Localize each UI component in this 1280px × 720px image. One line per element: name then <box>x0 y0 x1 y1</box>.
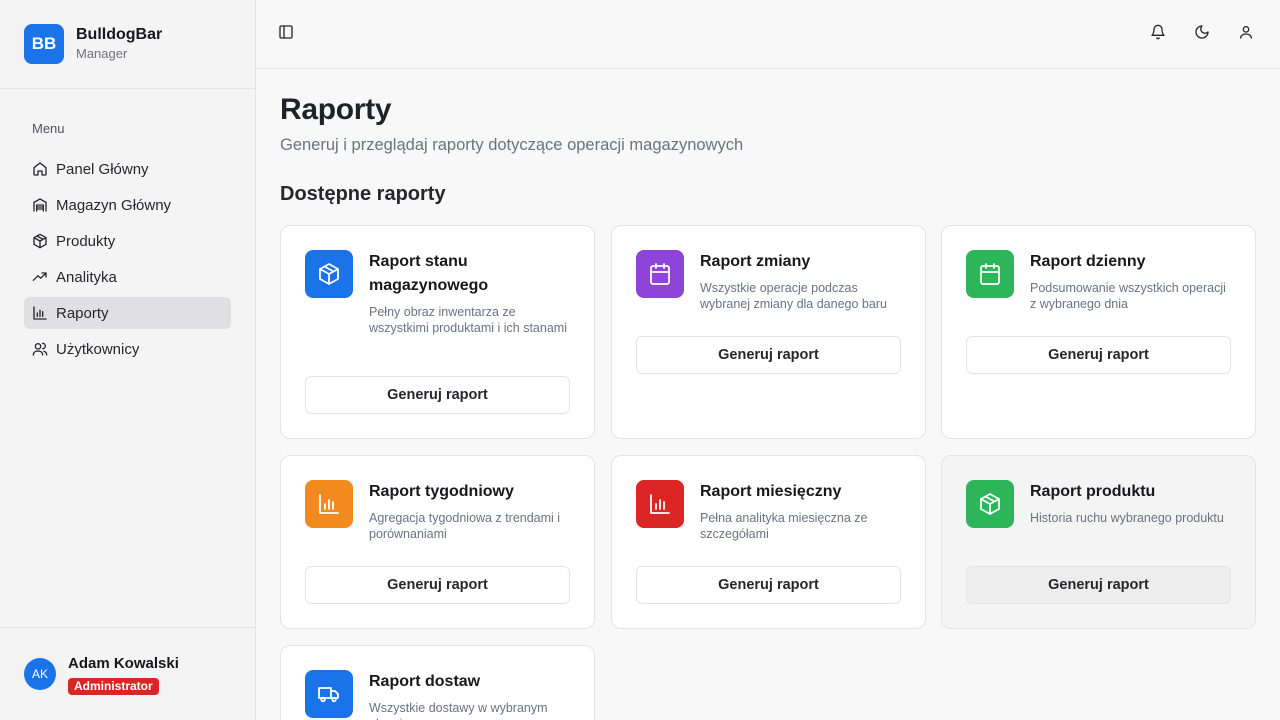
package-icon <box>305 250 353 298</box>
bar-chart-icon <box>32 305 48 321</box>
report-card-tygodniowy: Raport tygodniowy Agregacja tygodniowa z… <box>280 455 595 629</box>
report-card-dzienny: Raport dzienny Podsumowanie wszystkich o… <box>941 225 1256 439</box>
bell-icon <box>1150 24 1166 45</box>
topbar <box>256 0 1280 69</box>
report-title: Raport dostaw <box>369 673 481 690</box>
user-icon <box>1238 24 1254 45</box>
report-description: Pełny obraz inwentarza ze wszystkimi pro… <box>369 305 567 335</box>
report-title: Raport stanu magazynowego <box>369 253 489 294</box>
brand-logo: BB <box>24 24 64 64</box>
report-description: Wszystkie dostawy w wybranym okresie <box>369 701 548 720</box>
generate-report-button[interactable]: Generuj raport <box>966 336 1231 374</box>
report-description: Historia ruchu wybranego produktu <box>1030 511 1224 525</box>
warehouse-icon <box>32 197 48 213</box>
page-title: Raporty <box>280 93 392 126</box>
avatar: AK <box>24 658 56 690</box>
calendar-icon <box>636 250 684 298</box>
sidebar-item-label: Raporty <box>56 304 109 322</box>
sidebar-item-raporty[interactable]: Raporty <box>24 297 231 329</box>
generate-report-button[interactable]: Generuj raport <box>305 566 570 604</box>
sidebar-item-uzytkownicy[interactable]: Użytkownicy <box>24 333 231 365</box>
calendar-icon <box>966 250 1014 298</box>
role-badge: Administrator <box>68 677 159 695</box>
user-profile[interactable]: AK Adam Kowalski Administrator <box>0 627 255 720</box>
sidebar-toggle-button[interactable] <box>274 22 298 46</box>
sidebar-toggle-icon <box>278 24 294 45</box>
report-card-produktu: Raport produktu Historia ruchu wybranego… <box>941 455 1256 629</box>
sidebar-item-produkty[interactable]: Produkty <box>24 225 231 257</box>
sidebar: BB BulldogBar Manager Menu Panel Główny … <box>0 0 256 720</box>
report-title: Raport miesięczny <box>700 483 842 500</box>
sidebar-item-panel-glowny[interactable]: Panel Główny <box>24 153 231 185</box>
notifications-button[interactable] <box>1146 22 1170 46</box>
package-icon <box>32 233 48 249</box>
user-name: Adam Kowalski <box>68 654 179 672</box>
theme-toggle-button[interactable] <box>1190 22 1214 46</box>
users-icon <box>32 341 48 357</box>
report-card-dostaw: Raport dostaw Wszystkie dostawy w wybran… <box>280 645 595 720</box>
brand-name: BulldogBar <box>76 26 163 43</box>
report-description: Pełna analityka miesięczna ze szczegółam… <box>700 511 868 541</box>
report-description: Wszystkie operacje podczas wybranej zmia… <box>700 281 887 311</box>
home-icon <box>32 161 48 177</box>
sidebar-item-label: Produkty <box>56 232 116 250</box>
moon-icon <box>1194 24 1210 45</box>
sidebar-item-analityka[interactable]: Analityka <box>24 261 231 293</box>
truck-icon <box>305 670 353 718</box>
generate-report-button[interactable]: Generuj raport <box>966 566 1231 604</box>
report-card-zmiany: Raport zmiany Wszystkie operacje podczas… <box>611 225 926 439</box>
sidebar-item-label: Magazyn Główny <box>56 196 172 214</box>
generate-report-button[interactable]: Generuj raport <box>636 336 901 374</box>
bar-chart-icon <box>636 480 684 528</box>
report-title: Raport dzienny <box>1030 253 1146 270</box>
section-title: Dostępne raporty <box>280 183 446 205</box>
page-subtitle: Generuj i przeglądaj raporty dotyczące o… <box>280 136 744 154</box>
generate-report-button[interactable]: Generuj raport <box>305 376 570 414</box>
sidebar-item-magazyn-glowny[interactable]: Magazyn Główny <box>24 189 231 221</box>
report-description: Podsumowanie wszystkich operacji z wybra… <box>1030 281 1226 311</box>
brand[interactable]: BB BulldogBar Manager <box>0 0 255 89</box>
report-title: Raport zmiany <box>700 253 811 270</box>
generate-report-button[interactable]: Generuj raport <box>636 566 901 604</box>
bar-chart-icon <box>305 480 353 528</box>
user-menu-button[interactable] <box>1234 22 1258 46</box>
report-card-stan-magazynowy: Raport stanu magazynowego Pełny obraz in… <box>280 225 595 439</box>
brand-subtitle: Manager <box>76 46 128 61</box>
trending-up-icon <box>32 269 48 285</box>
report-title: Raport produktu <box>1030 483 1156 500</box>
sidebar-item-label: Użytkownicy <box>56 340 140 358</box>
sidebar-item-label: Analityka <box>56 268 117 286</box>
package-icon <box>966 480 1014 528</box>
report-title: Raport tygodniowy <box>369 483 514 500</box>
menu-title: Menu <box>32 121 65 136</box>
sidebar-menu: Panel Główny Magazyn Główny Produkty Ana… <box>24 153 231 369</box>
sidebar-item-label: Panel Główny <box>56 160 149 178</box>
report-description: Agregacja tygodniowa z trendami i porówn… <box>369 511 561 541</box>
report-card-miesieczny: Raport miesięczny Pełna analityka miesię… <box>611 455 926 629</box>
